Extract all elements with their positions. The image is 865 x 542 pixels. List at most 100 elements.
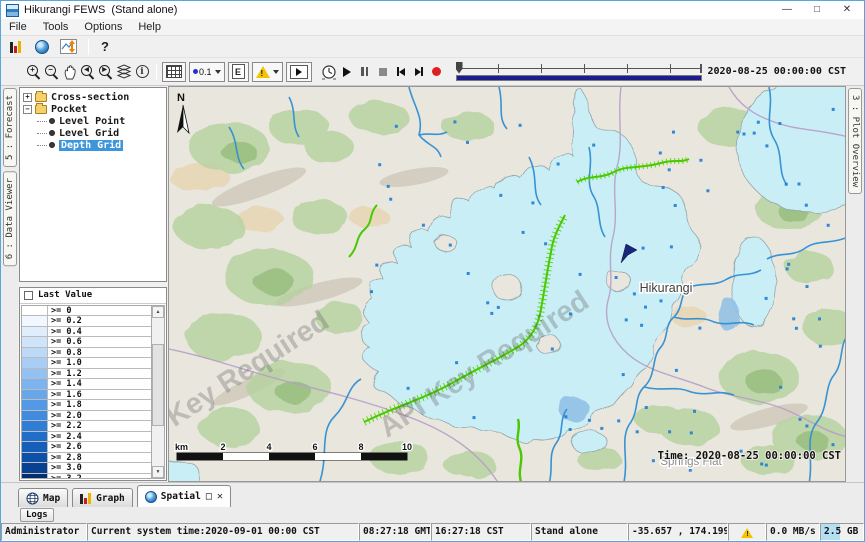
pan-hand-icon bbox=[63, 64, 78, 80]
menu-options[interactable]: Options bbox=[76, 20, 130, 34]
pause-button[interactable] bbox=[356, 61, 374, 83]
layer-tree: + Cross-section − Pocket Level Point bbox=[19, 87, 167, 282]
tab-forecast[interactable]: 5 : Forecast bbox=[3, 88, 17, 167]
status-warning-cell[interactable]: ! bbox=[728, 523, 766, 541]
zoom-previous-button[interactable]: ◀ bbox=[79, 61, 97, 83]
title-bar[interactable]: Hikurangi FEWS (Stand alone) — □ ✕ bbox=[1, 1, 864, 19]
close-pane-icon[interactable]: ✕ bbox=[217, 491, 223, 502]
longitudinal-profile-button[interactable]: E bbox=[228, 62, 249, 82]
legend-panel: Last Value >= 0 >= 0.2 >= 0.4 >= 0.6 >= … bbox=[19, 287, 167, 481]
time-settings-button[interactable] bbox=[320, 61, 338, 83]
logs-button[interactable]: Logs bbox=[20, 508, 54, 522]
legend-color-swatch bbox=[22, 390, 48, 400]
legend-color-swatch bbox=[22, 306, 48, 316]
chevron-down-icon bbox=[273, 70, 279, 74]
tab-map[interactable]: Map bbox=[18, 488, 68, 507]
legend-row: >= 2.8 bbox=[22, 453, 151, 464]
legend-color-swatch bbox=[22, 316, 48, 326]
layers-button[interactable] bbox=[115, 61, 133, 83]
movie-icon bbox=[290, 65, 308, 79]
legend-row: >= 0.6 bbox=[22, 337, 151, 348]
play-button[interactable] bbox=[338, 61, 356, 83]
tab-data-viewer[interactable]: 6 : Data Viewer bbox=[3, 171, 17, 266]
maximize-button[interactable]: □ bbox=[802, 2, 832, 18]
record-button[interactable] bbox=[428, 61, 446, 83]
scroll-up-icon[interactable]: ▲ bbox=[152, 306, 164, 318]
legend-threshold: >= 2.0 bbox=[48, 411, 151, 421]
tree-item-level-grid[interactable]: Level Grid bbox=[23, 127, 166, 139]
legend-row: >= 0 bbox=[22, 306, 151, 317]
menu-tools[interactable]: Tools bbox=[35, 20, 77, 34]
info-button[interactable]: i bbox=[133, 61, 151, 83]
layers-panel: + Cross-section − Pocket Level Point bbox=[18, 86, 168, 482]
timeseries-display-button[interactable] bbox=[57, 37, 79, 57]
time-slider[interactable] bbox=[456, 61, 702, 83]
stop-button[interactable] bbox=[374, 61, 392, 83]
stop-icon bbox=[379, 68, 387, 76]
minimize-button[interactable]: — bbox=[772, 2, 802, 18]
tree-item-depth-grid[interactable]: Depth Grid bbox=[23, 139, 166, 151]
menu-help[interactable]: Help bbox=[130, 20, 169, 34]
step-first-button[interactable] bbox=[392, 61, 410, 83]
map-time-label: Time: 2020-08-25 00:00:00 CST bbox=[658, 450, 841, 462]
zoom-in-icon: + bbox=[27, 65, 41, 79]
close-button[interactable]: ✕ bbox=[832, 2, 862, 18]
legend-color-swatch bbox=[22, 358, 48, 368]
tree-item-pocket[interactable]: − Pocket bbox=[23, 103, 166, 115]
tab-spatial[interactable]: Spatial □ ✕ bbox=[137, 485, 231, 507]
timeseries-icon bbox=[60, 39, 77, 54]
legend-color-swatch bbox=[22, 442, 48, 452]
grid-toggle-button[interactable] bbox=[162, 62, 186, 82]
map-canvas[interactable]: API Key Required API Key Required Hikura… bbox=[169, 87, 846, 482]
menu-file[interactable]: File bbox=[1, 20, 35, 34]
legend-scrollbar[interactable]: ▲ ▼ bbox=[151, 306, 164, 478]
zoom-previous-icon: ◀ bbox=[81, 65, 95, 79]
pan-button[interactable] bbox=[61, 61, 79, 83]
tree-item-level-point[interactable]: Level Point bbox=[23, 115, 166, 127]
restore-pane-icon[interactable]: □ bbox=[206, 491, 212, 502]
legend-color-swatch bbox=[22, 411, 48, 421]
current-timestep: 2020-08-25 00:00:00 CST bbox=[708, 66, 846, 77]
scroll-down-icon[interactable]: ▼ bbox=[152, 466, 164, 478]
legend-row: >= 2.0 bbox=[22, 411, 151, 422]
scrollbar-thumb[interactable] bbox=[152, 344, 164, 426]
time-slider-track[interactable] bbox=[456, 64, 702, 73]
legend-color-swatch bbox=[22, 327, 48, 337]
legend-row: >= 1.6 bbox=[22, 390, 151, 401]
scrollbar-track[interactable] bbox=[152, 318, 164, 466]
left-tab-strip: 5 : Forecast 6 : Data Viewer bbox=[1, 86, 18, 482]
last-value-checkbox[interactable] bbox=[24, 291, 33, 300]
legend-title: Last Value bbox=[38, 290, 92, 300]
expand-icon[interactable]: + bbox=[23, 93, 32, 102]
legend-row: >= 2.2 bbox=[22, 421, 151, 432]
legend-row: >= 0.4 bbox=[22, 327, 151, 338]
zoom-out-button[interactable]: − bbox=[43, 61, 61, 83]
time-range-bar bbox=[456, 75, 702, 81]
tree-item-label-selected: Depth Grid bbox=[59, 140, 123, 151]
class-interval-dropdown[interactable]: 0.1 bbox=[189, 62, 225, 82]
tab-label: Spatial bbox=[161, 491, 201, 502]
svg-text:2: 2 bbox=[220, 442, 225, 452]
legend-threshold: >= 3.0 bbox=[48, 463, 151, 473]
layer-bullet-icon bbox=[49, 130, 55, 136]
step-last-button[interactable] bbox=[410, 61, 428, 83]
map-view[interactable]: API Key Required API Key Required Hikura… bbox=[168, 86, 846, 482]
grid-display-button[interactable] bbox=[5, 37, 27, 57]
layer-bullet-icon bbox=[49, 142, 55, 148]
collapse-icon[interactable]: − bbox=[23, 105, 32, 114]
tree-item-label: Level Point bbox=[59, 116, 125, 127]
tree-connector bbox=[37, 145, 47, 146]
layers-icon bbox=[116, 64, 132, 79]
spatial-display-button[interactable] bbox=[31, 37, 53, 57]
zoom-next-button[interactable]: ▶ bbox=[97, 61, 115, 83]
skip-end-icon bbox=[415, 67, 423, 76]
tab-graph[interactable]: Graph bbox=[72, 488, 133, 507]
animation-export-button[interactable] bbox=[286, 62, 312, 82]
thresholds-dropdown[interactable]: ! bbox=[252, 62, 283, 82]
zoom-in-button[interactable]: + bbox=[25, 61, 43, 83]
tab-plot-overview[interactable]: 3 : Plot Overview bbox=[848, 88, 862, 194]
help-button[interactable]: ? bbox=[94, 37, 116, 57]
tree-item-cross-section[interactable]: + Cross-section bbox=[23, 91, 166, 103]
legend-threshold: >= 1.8 bbox=[48, 400, 151, 410]
status-coordinates: -35.657 , 174.199 bbox=[628, 523, 728, 541]
